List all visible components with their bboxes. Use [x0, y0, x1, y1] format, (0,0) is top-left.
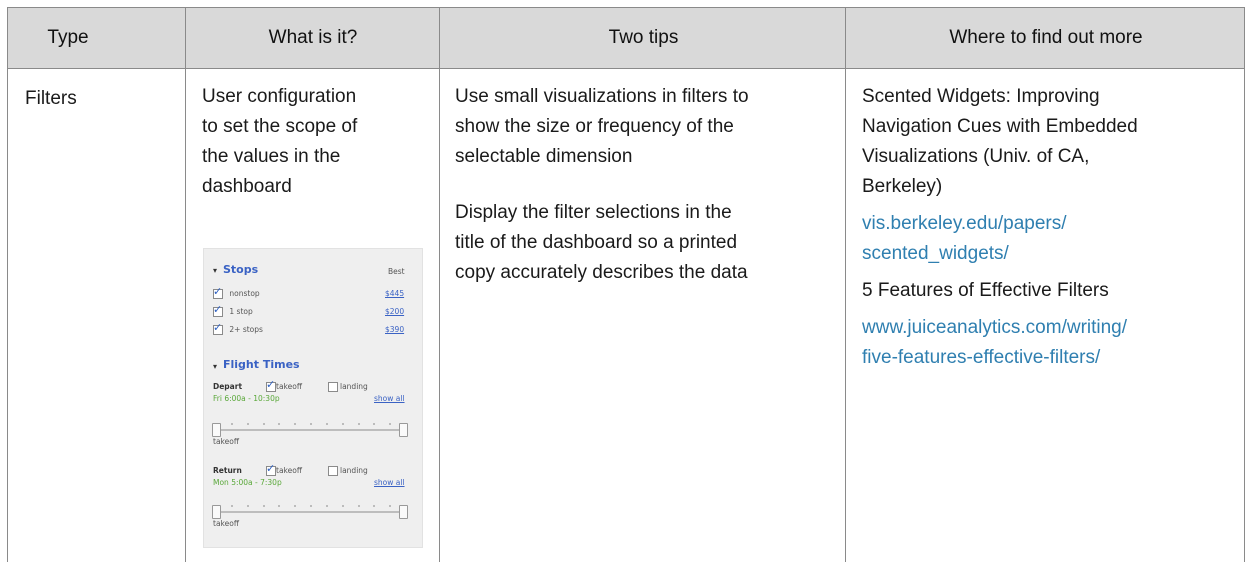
- what-line: dashboard: [202, 176, 292, 197]
- return-label: Return: [213, 466, 242, 475]
- checkbox-icon: [213, 303, 223, 317]
- landing-option: landing: [328, 382, 368, 392]
- what-line: User configuration: [202, 86, 357, 107]
- column-divider: [185, 7, 186, 562]
- show-all-link: show all: [374, 394, 405, 403]
- takeoff-option: takeoff: [266, 378, 302, 392]
- column-divider: [845, 7, 846, 562]
- stops-title: Stops: [223, 263, 259, 276]
- table-left-border: [7, 69, 8, 562]
- depart-slider-track: [215, 429, 405, 431]
- slider-handle: [399, 505, 408, 519]
- info-table: Type What is it? Two tips Where to find …: [0, 0, 1250, 562]
- slider-tick: [294, 423, 297, 425]
- tip-paragraph: Use small visualizations in filters to s…: [455, 86, 749, 167]
- slider-handle: [212, 423, 221, 437]
- cell-two-tips: Use small visualizations in filters to s…: [455, 82, 749, 288]
- slider-tick: [262, 423, 265, 425]
- stop-price: $390: [385, 325, 405, 334]
- slider-tick: [341, 505, 344, 507]
- slider-tick: [357, 505, 360, 507]
- stop-option: 1 stop: [213, 303, 253, 317]
- type-label: Filters: [25, 88, 77, 109]
- slider-tick: [294, 505, 297, 507]
- header-where-to-find: Where to find out more: [949, 27, 1143, 48]
- stop-price: $445: [385, 289, 405, 298]
- table-header: Type What is it? Two tips Where to find …: [7, 7, 1245, 69]
- header-two-tips: Two tips: [608, 27, 679, 48]
- slider-tick: [278, 423, 281, 425]
- return-range: Mon 5:00a - 7:30p: [213, 478, 282, 487]
- tip-paragraph: Display the filter selections in the tit…: [455, 202, 748, 283]
- slider-tick: [389, 423, 392, 425]
- flight-times-title: Flight Times: [223, 358, 300, 371]
- slider-tick: [310, 423, 312, 425]
- checkbox-icon: [213, 285, 223, 299]
- depart-label: Depart: [213, 382, 243, 391]
- slider-tick: [278, 505, 281, 507]
- column-divider: [439, 7, 440, 562]
- slider-tick: [246, 423, 249, 425]
- slider-tick: [325, 505, 328, 507]
- slider-tick: [373, 505, 376, 507]
- checkbox-icon: [328, 466, 338, 476]
- reference-title: Scented Widgets: Improving Navigation Cu…: [862, 86, 1138, 197]
- cell-type: Filters: [25, 84, 77, 113]
- table-right-border: [1244, 69, 1245, 562]
- checkbox-icon: [213, 321, 223, 335]
- stop-option: nonstop: [213, 285, 260, 299]
- collapse-triangle-icon: ▾: [213, 266, 218, 275]
- slider-tick: [389, 505, 392, 507]
- slider-tick: [341, 423, 344, 425]
- slider-handle: [212, 505, 221, 519]
- slider-caption: takeoff: [213, 437, 239, 446]
- checkbox-icon: [328, 382, 338, 392]
- what-line: the values in the: [202, 146, 341, 167]
- slider-tick: [373, 423, 376, 425]
- filter-widget-image: ▾ Stops Best nonstop $445 1 stop $200 2+…: [203, 248, 423, 548]
- slider-tick: [230, 423, 233, 425]
- slider-tick: [246, 505, 249, 507]
- reference-link[interactable]: vis.berkeley.edu/papers/ scented_widgets…: [862, 209, 1138, 269]
- slider-tick: [310, 505, 312, 507]
- collapse-triangle-icon: ▾: [213, 362, 218, 371]
- reference-link[interactable]: www.juiceanalytics.com/writing/ five-fea…: [862, 313, 1138, 373]
- slider-tick: [325, 423, 328, 425]
- reference-title: 5 Features of Effective Filters: [862, 280, 1109, 301]
- slider-tick: [230, 505, 233, 507]
- cell-where-to-find: Scented Widgets: Improving Navigation Cu…: [862, 82, 1138, 373]
- slider-caption: takeoff: [213, 519, 239, 528]
- best-label: Best: [388, 267, 405, 276]
- depart-range: Fri 6:00a - 10:30p: [213, 394, 280, 403]
- header-type: Type: [47, 27, 89, 48]
- show-all-link: show all: [374, 478, 405, 487]
- cell-what-is-it: User configuration to set the scope of t…: [202, 82, 357, 202]
- stop-price: $200: [385, 307, 405, 316]
- return-slider-track: [215, 511, 405, 513]
- checkbox-icon: [266, 378, 276, 392]
- takeoff-option: takeoff: [266, 462, 302, 476]
- slider-tick: [357, 423, 360, 425]
- header-what-is-it: What is it?: [268, 27, 358, 48]
- checkbox-icon: [266, 462, 276, 476]
- slider-handle: [399, 423, 408, 437]
- stop-option: 2+ stops: [213, 321, 263, 335]
- what-line: to set the scope of: [202, 116, 358, 137]
- slider-tick: [262, 505, 265, 507]
- landing-option: landing: [328, 466, 368, 476]
